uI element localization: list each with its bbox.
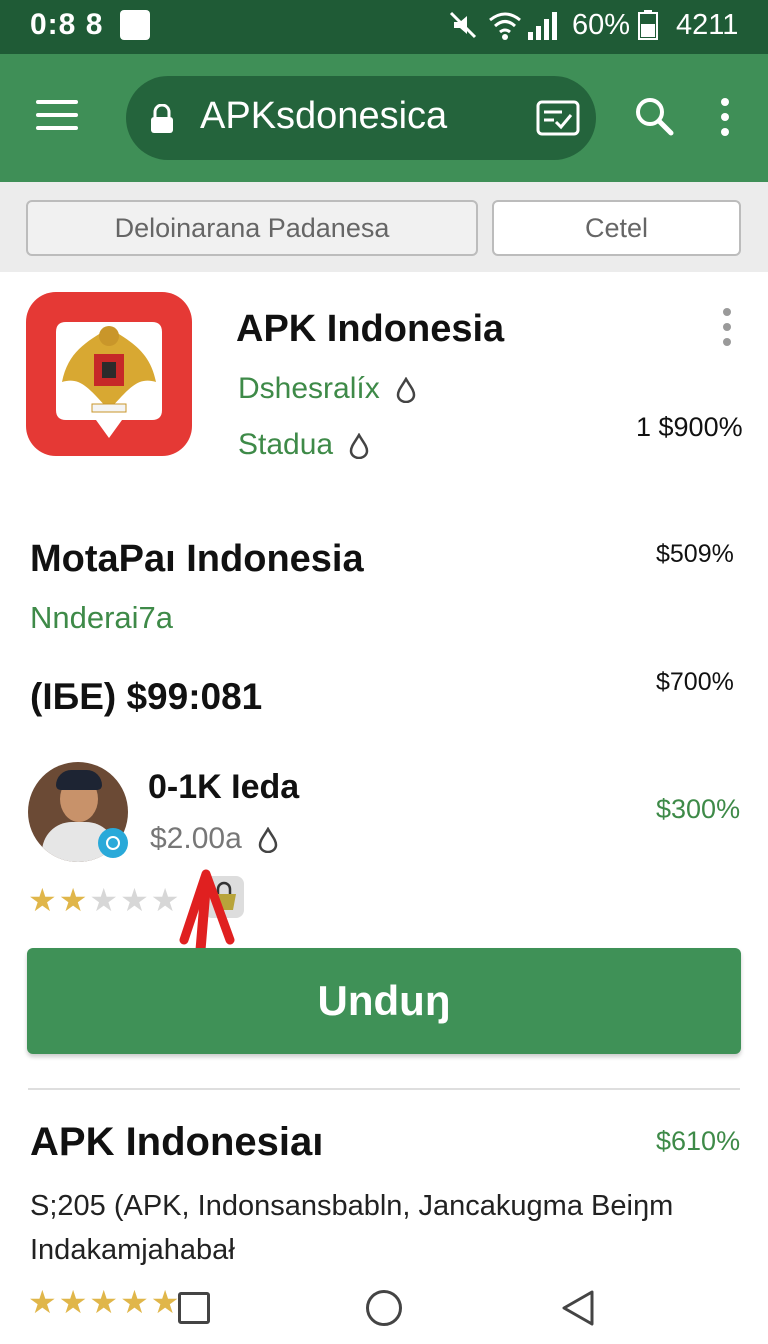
app-category-label: Stadua <box>238 428 334 461</box>
verified-badge-icon <box>98 828 128 858</box>
drop-icon <box>396 377 416 404</box>
divider <box>28 1088 740 1090</box>
star-icon: ★ <box>58 1284 88 1320</box>
wifi-icon <box>489 12 521 40</box>
back-button[interactable] <box>560 1288 596 1328</box>
star-icon: ★ <box>120 882 149 918</box>
app-developer-label: Dshesralíx <box>238 372 380 405</box>
chip-cetel[interactable]: Cetel <box>492 200 741 256</box>
chip-deloinarana[interactable]: Deloinarana Padanesa <box>26 200 478 256</box>
app2-title[interactable]: APK Indonesiaı <box>30 1120 323 1165</box>
status-time: 0:8 8 <box>30 8 104 41</box>
section-price: $509% <box>656 540 734 568</box>
lock-icon <box>151 104 173 133</box>
size-price: $700% <box>656 668 734 696</box>
publisher-name[interactable]: 0-1K Ieda <box>148 768 299 807</box>
drop-icon <box>258 827 278 854</box>
recents-button[interactable] <box>178 1292 210 1324</box>
star-icon: ★ <box>89 882 119 918</box>
app-icon-garuda[interactable] <box>26 292 192 456</box>
app2-price: $610% <box>656 1126 741 1156</box>
star-icon: ★ <box>89 1284 119 1320</box>
app-category[interactable]: Stadua <box>238 428 369 462</box>
app2-description-line1: S;205 (APK, Indonsansbabln, Jancakugma B… <box>30 1190 674 1222</box>
app-title: APK Indonesia <box>236 308 505 350</box>
home-button[interactable] <box>366 1290 402 1326</box>
garuda-emblem-icon <box>56 322 162 438</box>
star-icon: ★ <box>28 882 57 918</box>
battery-icon <box>638 10 658 40</box>
drop-icon <box>350 433 369 460</box>
signal-icon <box>528 12 557 40</box>
publisher-price: $2.00a <box>150 822 278 856</box>
publisher-price-label: $2.00a <box>150 822 242 855</box>
menu-icon[interactable] <box>36 100 78 132</box>
notification-icon <box>120 10 150 40</box>
status-clock: 4211 <box>676 9 739 41</box>
app-more-icon[interactable] <box>720 308 734 348</box>
size-line: (IБE) $99:081 <box>30 676 263 717</box>
app-developer[interactable]: Dshesralíx <box>238 372 416 406</box>
star-icon: ★ <box>120 1284 149 1320</box>
section-subtitle[interactable]: Nnderai7a <box>30 600 173 636</box>
star-icon: ★ <box>150 1284 180 1320</box>
app2-description-line2: Indakamjahabał <box>30 1234 235 1266</box>
price-label: 1 $900% <box>636 412 743 442</box>
search-icon[interactable] <box>634 96 674 136</box>
app2-rating-stars: ★ ★ ★ ★ ★ <box>28 1286 179 1318</box>
publisher-price-right: $300% <box>656 794 741 824</box>
download-button[interactable]: Unduŋ <box>27 948 741 1054</box>
mute-icon <box>449 11 477 39</box>
url-text: APKsdonesica <box>200 95 448 137</box>
tabs-icon[interactable] <box>536 98 580 138</box>
battery-percent: 60% <box>572 9 631 41</box>
star-icon: ★ <box>58 882 88 918</box>
more-options-icon[interactable] <box>718 98 732 138</box>
section-title: MotaPaı Indonesia <box>30 538 364 580</box>
status-bar: 0:8 8 60% 4211 <box>0 0 768 54</box>
rating-stars: ★ ★ ★ ★ ★ <box>28 884 179 916</box>
url-bar[interactable]: APKsdonesica <box>126 76 596 160</box>
star-icon: ★ <box>28 1284 57 1320</box>
filter-chip-row: Deloinarana Padanesa Cetel <box>0 182 768 272</box>
